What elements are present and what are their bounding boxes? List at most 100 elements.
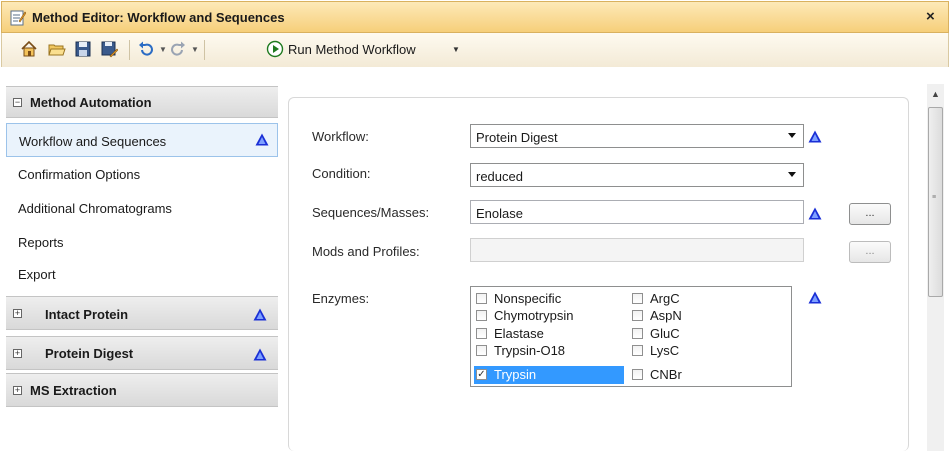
toolbar-separator xyxy=(129,40,130,60)
workflow-dropdown[interactable]: Protein Digest xyxy=(470,124,804,148)
warning-triangle-icon xyxy=(808,207,822,220)
enzyme-label: Nonspecific xyxy=(494,291,562,306)
sequences-value: Enolase xyxy=(476,206,523,221)
group-protein-digest[interactable]: + Protein Digest xyxy=(6,336,278,370)
run-icon xyxy=(266,40,284,58)
toolbar: ▼ ▼ Run Method Workflow ▼ xyxy=(1,33,949,67)
group-label: Method Automation xyxy=(30,95,152,110)
enzyme-trypsin-o18-checkbox[interactable]: Trypsin-O18 xyxy=(474,342,624,360)
warning-triangle-icon xyxy=(253,348,267,361)
undo-icon xyxy=(139,41,153,56)
scroll-thumb[interactable] xyxy=(928,107,943,297)
save-as-button[interactable] xyxy=(99,39,119,59)
scroll-up-icon[interactable]: ▲ xyxy=(927,86,944,103)
sidebar-item-workflow-and-sequences[interactable]: Workflow and Sequences xyxy=(6,123,278,157)
checkbox-icon xyxy=(476,293,487,304)
sidebar-item-export[interactable]: Export xyxy=(6,257,278,291)
save-as-icon xyxy=(101,41,118,58)
home-icon xyxy=(21,40,37,57)
group-label: Intact Protein xyxy=(45,307,129,322)
sidebar-item-label: Reports xyxy=(18,235,64,250)
sidebar-item-label: Workflow and Sequences xyxy=(19,134,167,149)
checkbox-icon xyxy=(632,310,643,321)
chevron-down-icon xyxy=(788,172,796,177)
save-icon xyxy=(75,41,91,57)
enzyme-nonspecific-checkbox[interactable]: Nonspecific xyxy=(474,290,624,308)
sequences-browse-button[interactable]: ... xyxy=(849,203,891,225)
group-label: MS Extraction xyxy=(30,383,117,398)
enzyme-label: LysC xyxy=(650,343,680,358)
enzyme-label: Trypsin-O18 xyxy=(494,343,566,358)
sidebar-item-label: Confirmation Options xyxy=(18,167,141,182)
sequences-label: Sequences/Masses: xyxy=(312,205,430,220)
enzyme-gluc-checkbox[interactable]: GluC xyxy=(630,325,730,343)
enzyme-label: GluC xyxy=(650,326,680,341)
run-dropdown-icon[interactable]: ▼ xyxy=(452,45,460,54)
method-editor-icon xyxy=(10,10,26,26)
enzyme-aspn-checkbox[interactable]: AspN xyxy=(630,307,730,325)
warning-triangle-icon xyxy=(808,130,822,143)
sidebar-item-label: Additional Chromatograms xyxy=(18,201,172,216)
condition-value: reduced xyxy=(476,169,523,184)
grip-icon: ≡ xyxy=(932,194,937,201)
enzyme-label: Elastase xyxy=(494,326,544,341)
checkbox-checked-icon: ✓ xyxy=(476,369,487,380)
checkbox-icon xyxy=(632,345,643,356)
condition-label: Condition: xyxy=(312,166,371,181)
sequences-input[interactable]: Enolase xyxy=(470,200,804,224)
redo-button[interactable] xyxy=(168,39,188,59)
enzyme-cnbr-checkbox[interactable]: CNBr xyxy=(630,366,730,384)
title-bar: Method Editor: Workflow and Sequences × xyxy=(1,1,949,33)
workflow-value: Protein Digest xyxy=(476,130,558,145)
window-title: Method Editor: Workflow and Sequences xyxy=(32,10,285,25)
checkbox-icon xyxy=(476,310,487,321)
expand-icon[interactable]: + xyxy=(13,349,22,358)
sidebar-item-reports[interactable]: Reports xyxy=(6,225,278,259)
checkbox-icon xyxy=(476,328,487,339)
mods-browse-button[interactable]: ... xyxy=(849,241,891,263)
enzyme-label: Chymotrypsin xyxy=(494,308,574,323)
checkbox-icon xyxy=(632,369,643,380)
save-button[interactable] xyxy=(73,39,93,59)
open-icon xyxy=(48,44,66,56)
checkbox-icon xyxy=(632,328,643,339)
form-container xyxy=(288,97,909,451)
expand-icon[interactable]: + xyxy=(13,386,22,395)
warning-triangle-icon xyxy=(255,133,269,146)
condition-dropdown[interactable]: reduced xyxy=(470,163,804,187)
mods-label: Mods and Profiles: xyxy=(312,244,420,259)
enzyme-label: CNBr xyxy=(650,367,682,382)
home-button[interactable] xyxy=(19,39,39,59)
group-ms-extraction[interactable]: + MS Extraction xyxy=(6,373,278,407)
checkbox-icon xyxy=(632,293,643,304)
close-button[interactable]: × xyxy=(926,8,935,25)
toolbar-separator xyxy=(204,40,205,60)
enzyme-label: Trypsin xyxy=(494,367,537,382)
undo-dropdown-icon[interactable]: ▼ xyxy=(159,45,167,54)
enzyme-label: AspN xyxy=(650,308,682,323)
enzyme-argc-checkbox[interactable]: ArgC xyxy=(630,290,730,308)
open-button[interactable] xyxy=(47,39,67,59)
group-method-automation[interactable]: − Method Automation xyxy=(6,86,278,118)
enzyme-chymotrypsin-checkbox[interactable]: Chymotrypsin xyxy=(474,307,624,325)
sidebar-item-confirmation-options[interactable]: Confirmation Options xyxy=(6,157,278,191)
enzymes-label: Enzymes: xyxy=(312,291,370,306)
enzyme-trypsin-checkbox[interactable]: ✓ Trypsin xyxy=(474,366,624,384)
enzyme-lysc-checkbox[interactable]: LysC xyxy=(630,342,730,360)
group-intact-protein[interactable]: + Intact Protein xyxy=(6,296,278,330)
sidebar-item-additional-chromatograms[interactable]: Additional Chromatograms xyxy=(6,191,278,225)
mods-input xyxy=(470,238,804,262)
expand-icon[interactable]: + xyxy=(13,309,22,318)
warning-triangle-icon xyxy=(808,291,822,304)
workflow-label: Workflow: xyxy=(312,129,369,144)
enzyme-label: ArgC xyxy=(650,291,680,306)
checkbox-icon xyxy=(476,345,487,356)
enzyme-elastase-checkbox[interactable]: Elastase xyxy=(474,325,624,343)
undo-button[interactable] xyxy=(136,39,156,59)
run-button[interactable] xyxy=(265,39,285,59)
collapse-icon[interactable]: − xyxy=(13,98,22,107)
group-label: Protein Digest xyxy=(45,346,134,361)
warning-triangle-icon xyxy=(253,308,267,321)
redo-dropdown-icon[interactable]: ▼ xyxy=(191,45,199,54)
run-method-workflow-button[interactable]: Run Method Workflow xyxy=(288,42,416,57)
